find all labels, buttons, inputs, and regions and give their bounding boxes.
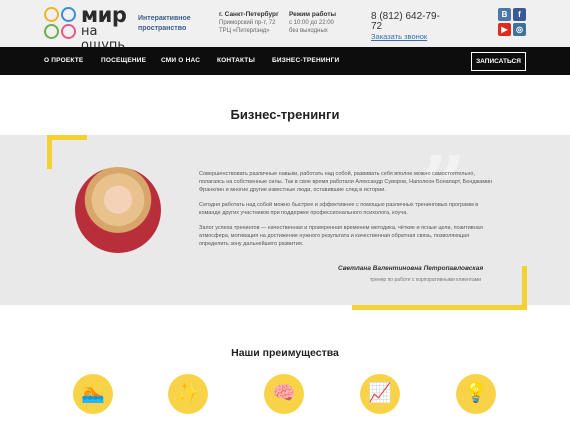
site-header: мир на ощупь Интерактивное пространство … xyxy=(0,0,570,53)
hours-line2: без выходных xyxy=(289,28,328,34)
phone-number[interactable]: 8 (812) 642-79-72 xyxy=(371,12,441,32)
presentation-icon: 📈 xyxy=(360,374,400,414)
address-mall: ТРЦ «Питерлэнд» xyxy=(219,28,270,34)
trainer-name: Светлана Валентиновна Петропавловская xyxy=(338,265,484,272)
lightbulb-icon: 💡 xyxy=(456,374,496,414)
site-tagline: Интерактивное пространство xyxy=(138,15,191,32)
advantages-title: Наши преимущества xyxy=(231,347,339,359)
corner-accent-left-top xyxy=(47,135,87,140)
magic-wand-icon: ✨ xyxy=(168,374,208,414)
brain-icon: 🧠 xyxy=(264,374,304,414)
nav-item-media[interactable]: СМИ О НАС xyxy=(161,57,200,64)
page-title: Бизнес-тренинги xyxy=(230,107,340,122)
callback-link[interactable]: Заказать звонок xyxy=(371,32,427,41)
vk-icon[interactable]: В xyxy=(498,8,511,21)
instagram-icon[interactable]: ◎ xyxy=(513,23,526,36)
nav-item-about[interactable]: О ПРОЕКТЕ xyxy=(44,57,83,64)
main-nav: О ПРОЕКТЕ ПОСЕЩЕНИЕ СМИ О НАС КОНТАКТЫ Б… xyxy=(0,47,570,75)
trainer-role: тренер по работе с корпоративными клиент… xyxy=(370,277,482,283)
paragraph-3: Залог успеха тренингов — качественная и … xyxy=(199,225,483,247)
logo-text: мир xyxy=(81,3,127,27)
corner-accent-right xyxy=(522,266,527,310)
nav-item-visit[interactable]: ПОСЕЩЕНИЕ xyxy=(101,57,146,64)
corner-accent-right-bottom xyxy=(352,305,527,310)
hours-title: Режим работы xyxy=(289,11,337,18)
nav-item-trainings[interactable]: БИЗНЕС-ТРЕНИНГИ xyxy=(272,57,339,64)
address-city: г. Санкт-Петербург xyxy=(219,11,279,18)
signup-button[interactable]: ЗАПИСАТЬСЯ xyxy=(471,52,526,71)
site-logo[interactable]: мир на ощупь xyxy=(44,3,128,53)
trainer-photo xyxy=(75,167,161,253)
logo-circles-icon xyxy=(44,7,80,41)
address-block: г. Санкт-Петербург Приморский пр-т, 72 Т… xyxy=(219,11,285,35)
corner-accent-left xyxy=(47,135,52,169)
address-street: Приморский пр-т, 72 xyxy=(219,20,276,26)
paragraph-2: Сегодня работать над собой можно быстрее… xyxy=(199,202,479,216)
youtube-icon[interactable]: ▶ xyxy=(498,23,511,36)
hours-block: Режим работы с 10:00 до 22:00 без выходн… xyxy=(289,11,349,35)
paragraph-1: Совершенствовать различные навыки, работ… xyxy=(199,171,493,193)
nav-item-contacts[interactable]: КОНТАКТЫ xyxy=(217,57,255,64)
swimmer-icon: 🏊 xyxy=(73,374,113,414)
facebook-icon[interactable]: f xyxy=(513,8,526,21)
hours-line1: с 10:00 до 22:00 xyxy=(289,20,334,26)
